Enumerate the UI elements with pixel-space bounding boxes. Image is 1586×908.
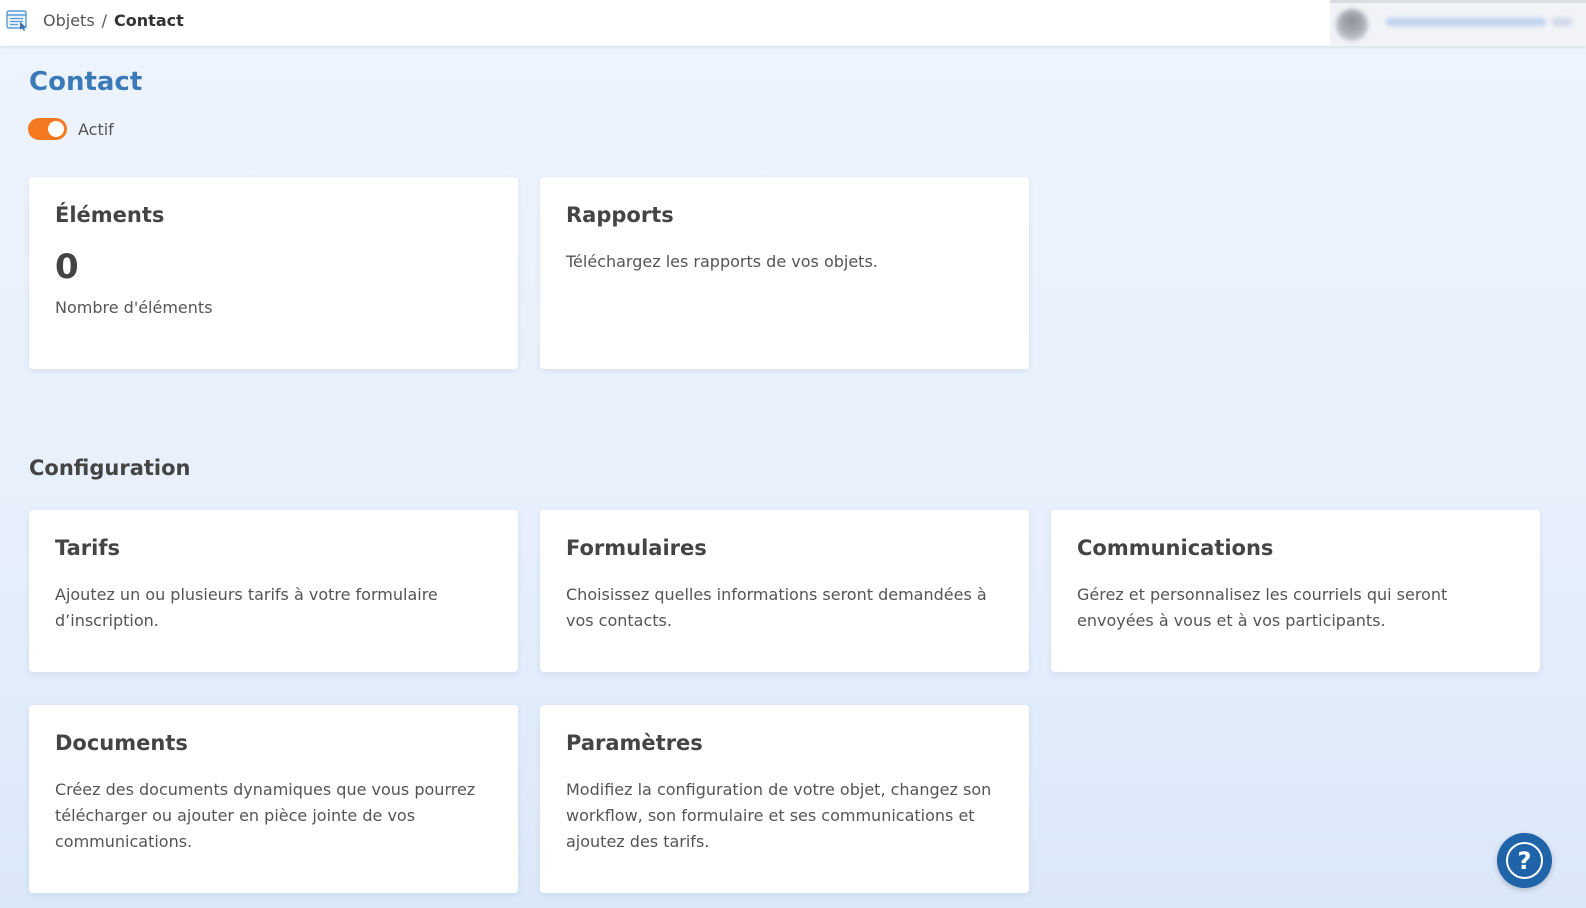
user-extra-blurred	[1552, 18, 1572, 26]
card-description: Choisissez quelles informations seront d…	[566, 585, 987, 630]
card-communications[interactable]: Communications Gérez et personnalisez le…	[1051, 510, 1540, 672]
page-title: Contact	[29, 67, 143, 97]
card-title: Rapports	[566, 203, 674, 227]
card-formulaires[interactable]: Formulaires Choisissez quelles informati…	[540, 510, 1029, 672]
breadcrumb: Objets / Contact	[43, 11, 184, 30]
card-parametres[interactable]: Paramètres Modifiez la configuration de …	[540, 705, 1029, 893]
card-title: Communications	[1077, 536, 1274, 560]
list-window-icon[interactable]	[5, 8, 29, 32]
help-icon: ?	[1506, 842, 1543, 879]
card-description: Nombre d'éléments	[55, 298, 213, 317]
card-tarifs[interactable]: Tarifs Ajoutez un ou plusieurs tarifs à …	[29, 510, 518, 672]
elements-count: 0	[55, 247, 79, 287]
help-button[interactable]: ?	[1497, 833, 1552, 888]
breadcrumb-separator: /	[101, 11, 108, 30]
card-description: Créez des documents dynamiques que vous …	[55, 780, 476, 851]
user-menu[interactable]	[1330, 0, 1586, 46]
card-title: Éléments	[55, 203, 165, 227]
toggle-knob	[48, 121, 64, 137]
card-description: Téléchargez les rapports de vos objets.	[566, 252, 878, 271]
card-documents[interactable]: Documents Créez des documents dynamiques…	[29, 705, 518, 893]
active-toggle[interactable]	[28, 118, 67, 140]
card-description: Modifiez la configuration de votre objet…	[566, 780, 992, 851]
card-title: Documents	[55, 731, 188, 755]
card-title: Formulaires	[566, 536, 707, 560]
card-description: Gérez et personnalisez les courriels qui…	[1077, 585, 1448, 630]
card-elements[interactable]: Éléments 0 Nombre d'éléments	[29, 177, 518, 369]
breadcrumb-current: Contact	[114, 11, 184, 30]
card-title: Tarifs	[55, 536, 120, 560]
configuration-heading: Configuration	[29, 456, 191, 480]
card-description: Ajoutez un ou plusieurs tarifs à votre f…	[55, 585, 438, 630]
card-reports[interactable]: Rapports Téléchargez les rapports de vos…	[540, 177, 1029, 369]
active-toggle-label: Actif	[78, 119, 114, 139]
user-name-blurred	[1386, 18, 1546, 26]
avatar[interactable]	[1336, 9, 1368, 41]
active-toggle-row: Actif	[28, 118, 114, 140]
top-bar: Objets / Contact	[0, 0, 1586, 46]
card-title: Paramètres	[566, 731, 703, 755]
breadcrumb-objets-link[interactable]: Objets	[43, 11, 95, 30]
